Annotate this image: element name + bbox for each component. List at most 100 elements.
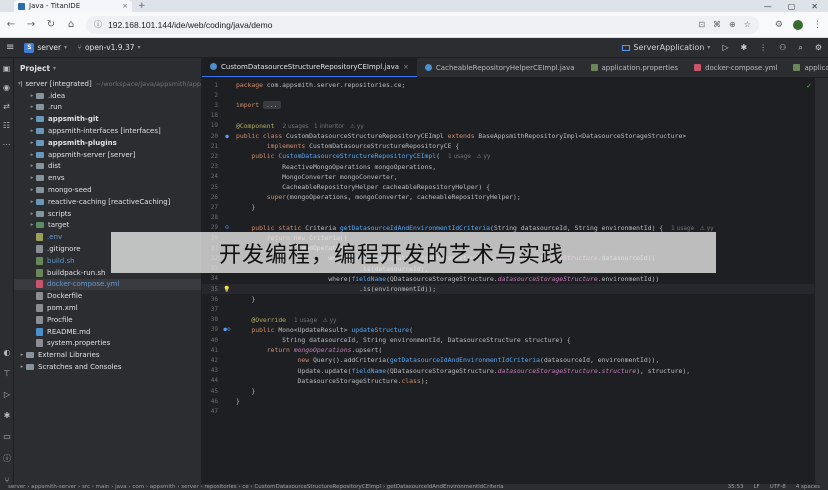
translate-icon[interactable]: ⌘ (713, 20, 721, 29)
code-line[interactable]: 41 return mongoOperations.upsert( (202, 345, 814, 355)
debug-icon[interactable]: ✱ (740, 43, 747, 52)
tree-item[interactable]: ▸ .run (14, 102, 201, 114)
code-line[interactable]: 18 (202, 111, 814, 121)
more-actions-icon[interactable]: ⋮ (759, 43, 767, 52)
expand-arrow-icon[interactable]: ▸ (28, 104, 36, 110)
code-line[interactable]: 35 💡 .is(environmentId)); (202, 284, 814, 295)
project-panel-header[interactable]: Project ▾ (14, 58, 201, 78)
tree-item[interactable]: ▾ server [integrated] ~/workspace/java/app… (14, 78, 201, 90)
code-line[interactable]: 45 } (202, 386, 814, 396)
tree-item[interactable]: ▸ envs (14, 172, 201, 184)
address-bar[interactable]: ⓘ 192.168.101.144/ide/web/coding/java/de… (86, 15, 759, 34)
code-line[interactable]: 21 implements CustomDatasourceStructureR… (202, 141, 814, 151)
expand-arrow-icon[interactable]: ▸ (28, 140, 36, 146)
code-line[interactable]: 38 @Override 1 usage ⚠ yy (202, 315, 814, 325)
tree-item[interactable]: README.md (14, 326, 201, 338)
code-line[interactable]: 22 public CustomDatasourceStructureRepos… (202, 151, 814, 161)
minimize-button[interactable]: — (764, 2, 772, 11)
back-arrow-icon[interactable]: ← (6, 19, 16, 30)
line-separator[interactable]: LF (753, 484, 759, 490)
run-configuration-selector[interactable]: ServerApplication ▾ (622, 43, 710, 52)
file-encoding[interactable]: UTF-8 (770, 484, 786, 490)
problems-icon[interactable]: ⓘ (2, 453, 12, 464)
project-folder-icon[interactable]: ▣ (2, 64, 12, 73)
code-line[interactable]: 2 (202, 90, 814, 100)
services-icon[interactable]: ◐ (2, 348, 12, 357)
code-line[interactable]: 40 String datasourceId, String environme… (202, 335, 814, 345)
browser-menu-icon[interactable]: ⋮ (813, 20, 822, 30)
code-line[interactable]: 47 (202, 406, 814, 416)
tree-item[interactable]: ▸ Scratches and Consoles (14, 361, 201, 373)
terminal-icon[interactable]: ▭ (2, 432, 12, 441)
search-icon[interactable]: ⌕ (798, 43, 802, 53)
tree-item[interactable]: ▸ appsmith-server [server] (14, 149, 201, 161)
expand-arrow-icon[interactable]: ▸ (28, 175, 36, 181)
expand-arrow-icon[interactable]: ▸ (28, 211, 36, 217)
code-line[interactable]: 19 @Component 2 usages 1 inheritor ⚠ yy (202, 121, 814, 131)
tree-item[interactable]: ▸ appsmith-plugins (14, 137, 201, 149)
new-tab-button[interactable]: + (138, 1, 146, 11)
extensions-icon[interactable]: ⚙ (775, 20, 783, 30)
expand-arrow-icon[interactable]: ▸ (28, 116, 36, 122)
browser-tab[interactable]: Java - TitanIDE × (14, 0, 132, 12)
tree-item[interactable]: system.properties (14, 338, 201, 350)
code-line[interactable]: 39 ●⊙ public Mono<UpdateResult> updateStr… (202, 325, 814, 335)
vcs-branch-selector[interactable]: ⑂ open-v1.9.37 ▾ (77, 43, 140, 52)
tree-item[interactable]: Dockerfile (14, 290, 201, 302)
debug-tool-icon[interactable]: ✱ (2, 411, 12, 420)
code-line[interactable]: 25 CacheableRepositoryHelper cacheableRe… (202, 182, 814, 192)
code-line[interactable]: 28 (202, 213, 814, 223)
close-tab-icon[interactable]: × (403, 63, 409, 71)
expand-arrow-icon[interactable]: ▸ (28, 199, 36, 205)
code-line[interactable]: 27 } (202, 202, 814, 212)
tree-item[interactable]: ▸ scripts (14, 208, 201, 220)
gutter-marker-icon[interactable]: ●⊙ (218, 326, 236, 333)
expand-arrow-icon[interactable]: ▸ (28, 187, 36, 193)
code-line[interactable]: 34 where(fieldName(QDatasourceStorageStr… (202, 274, 814, 284)
zoom-icon[interactable]: ⊕ (729, 20, 736, 29)
code-editor[interactable]: 1 package com.appsmith.server.repositorie… (202, 78, 814, 484)
tree-item[interactable]: ▸ reactive-caching [reactiveCaching] (14, 196, 201, 208)
reload-icon[interactable]: ↻ (46, 19, 56, 30)
account-icon[interactable]: ⚇ (779, 43, 786, 52)
code-line[interactable]: 3 import ... (202, 100, 814, 110)
maximize-button[interactable]: ▢ (788, 2, 796, 11)
code-line[interactable]: 36 } (202, 294, 814, 304)
run-icon[interactable]: ▷ (722, 43, 728, 52)
pull-requests-icon[interactable]: ⇄ (2, 102, 12, 111)
code-line[interactable]: 46} (202, 396, 814, 406)
navigation-breadcrumb[interactable]: server › appsmith-server › src › main › … (8, 484, 504, 490)
expand-arrow-icon[interactable]: ▸ (28, 93, 36, 99)
code-line[interactable]: 42 new Query().addCriteria(getDatasource… (202, 355, 814, 365)
editor-tab[interactable]: CacheableRepositoryHelperCEImpl.java (417, 58, 583, 77)
build-hammer-icon[interactable]: ⊤ (2, 369, 12, 378)
tree-item[interactable]: ▸ appsmith-interfaces [interfaces] (14, 125, 201, 137)
editor-tab[interactable]: docker-compose.yml (686, 58, 785, 77)
tree-item[interactable]: Procfile (14, 314, 201, 326)
tree-item[interactable]: ▸ .idea (14, 90, 201, 102)
tree-item[interactable]: ▸ mongo-seed (14, 184, 201, 196)
expand-arrow-icon[interactable]: ▸ (28, 222, 36, 228)
project-selector[interactable]: S server ▾ (24, 42, 67, 53)
no-problems-check-icon[interactable]: ✓ (806, 82, 812, 90)
expand-arrow-icon[interactable]: ▸ (28, 152, 36, 158)
run-tool-icon[interactable]: ▷ (2, 390, 12, 399)
site-info-icon[interactable]: ⓘ (94, 19, 102, 30)
gutter-marker-icon[interactable]: 💡 (218, 286, 236, 293)
expand-arrow-icon[interactable]: ▸ (28, 128, 36, 134)
expand-arrow-icon[interactable]: ▸ (18, 364, 26, 370)
editor-tab[interactable]: CustomDatasourceStructureRepositoryCEImp… (202, 58, 417, 77)
code-line[interactable]: 37 (202, 304, 814, 314)
address-url[interactable]: 192.168.101.144/ide/web/coding/java/demo (108, 20, 692, 30)
caret-position[interactable]: 35:53 (728, 484, 744, 490)
close-window-button[interactable]: ✕ (811, 2, 818, 11)
tree-item[interactable]: ▸ External Libraries (14, 349, 201, 361)
settings-gear-icon[interactable]: ⚙ (815, 43, 822, 52)
commit-icon[interactable]: ◉ (2, 83, 12, 92)
code-line[interactable]: 26 super(mongoOperations, mongoConverter… (202, 192, 814, 202)
more-tools-icon[interactable]: ⋯ (2, 140, 12, 149)
install-app-icon[interactable]: ⊡ (698, 20, 705, 29)
code-line[interactable]: 24 MongoConverter mongoConverter, (202, 172, 814, 182)
editor-tab[interactable]: application.properties (583, 58, 687, 77)
tree-item[interactable]: docker-compose.yml (14, 278, 201, 291)
